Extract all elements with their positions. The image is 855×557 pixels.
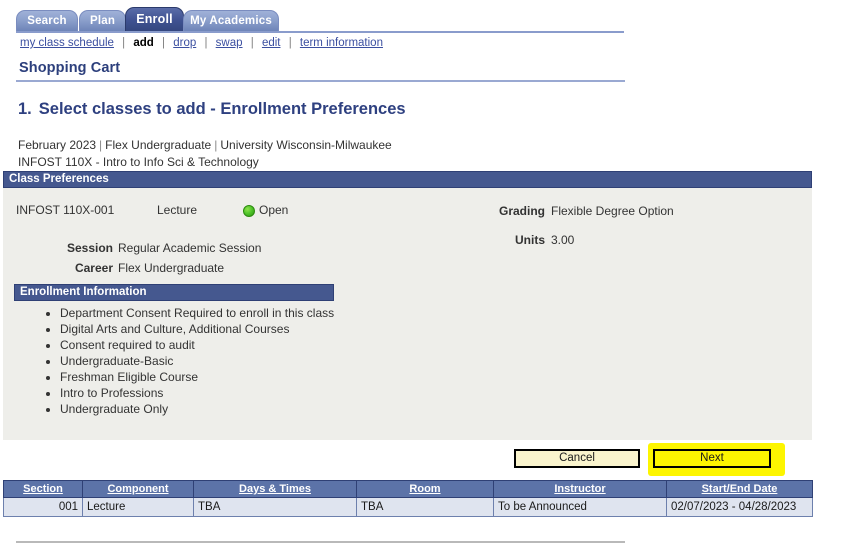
- career-value: Flex Undergraduate: [118, 261, 225, 275]
- session-label: Session: [66, 241, 113, 255]
- class-component: Lecture: [157, 203, 198, 217]
- column-header-days-times[interactable]: Days & Times: [193, 480, 357, 498]
- list-item: Department Consent Required to enroll in…: [60, 306, 390, 321]
- column-header-instructor[interactable]: Instructor: [493, 480, 667, 498]
- subnav-separator: |: [204, 37, 208, 49]
- step-heading-text: Select classes to add - Enrollment Prefe…: [38, 100, 406, 118]
- subnav-separator: |: [122, 37, 126, 49]
- cell-component: Lecture: [82, 497, 194, 517]
- tab-enroll[interactable]: Enroll: [125, 7, 184, 31]
- list-item: Intro to Professions: [60, 386, 390, 401]
- status-label: Open: [259, 203, 289, 217]
- cell-room: TBA: [356, 497, 494, 517]
- subnav-item-add[interactable]: add: [133, 37, 153, 49]
- grading-label: Grading: [498, 204, 545, 218]
- sub-navigation: my class schedule | add | drop | swap | …: [20, 37, 640, 49]
- tab-search[interactable]: Search: [16, 10, 78, 31]
- subnav-item-my-class-schedule[interactable]: my class schedule: [20, 37, 114, 49]
- cell-section: 001: [3, 497, 83, 517]
- step-number: 1.: [18, 100, 32, 118]
- subnav-item-drop[interactable]: drop: [173, 37, 196, 49]
- units-label: Units: [515, 233, 545, 247]
- column-header-component[interactable]: Component: [82, 480, 194, 498]
- column-header-section[interactable]: Section: [3, 480, 83, 498]
- class-code: INFOST 110X-001: [16, 203, 115, 217]
- context-separator: |: [99, 138, 103, 152]
- section-header-enrollment-information: Enrollment Information: [14, 284, 334, 301]
- tab-my-academics[interactable]: My Academics: [183, 10, 279, 31]
- context-career: Flex Undergraduate: [105, 138, 212, 152]
- class-detail-table: Section Component Days & Times Room Inst…: [3, 480, 813, 517]
- next-button[interactable]: Next: [653, 449, 771, 468]
- cancel-button[interactable]: Cancel: [514, 449, 640, 468]
- context-separator: |: [214, 138, 218, 152]
- cell-days-times: TBA: [193, 497, 357, 517]
- enrollment-information-list: Department Consent Required to enroll in…: [40, 306, 390, 418]
- list-item: Consent required to audit: [60, 338, 390, 353]
- step-heading: 1. Select classes to add - Enrollment Pre…: [18, 100, 406, 119]
- course-title-line: INFOST 110X - Intro to Info Sci & Techno…: [18, 155, 259, 169]
- column-header-start-end-date[interactable]: Start/End Date: [666, 480, 813, 498]
- session-value: Regular Academic Session: [118, 241, 262, 255]
- subnav-item-edit[interactable]: edit: [262, 37, 281, 49]
- context-breadcrumb: February 2023 | Flex Undergraduate | Univers…: [18, 138, 392, 152]
- footer-divider: [16, 541, 625, 543]
- subnav-separator: |: [162, 37, 166, 49]
- subnav-item-term-information[interactable]: term information: [300, 37, 383, 49]
- table-row: 001 Lecture TBA TBA To be Announced 02/0…: [3, 497, 813, 517]
- list-item: Undergraduate-Basic: [60, 354, 390, 369]
- career-label: Career: [74, 261, 113, 275]
- list-item: Digital Arts and Culture, Additional Cou…: [60, 322, 390, 337]
- subnav-separator: |: [288, 37, 292, 49]
- subnav-separator: |: [250, 37, 254, 49]
- page-title: Shopping Cart: [19, 60, 121, 76]
- page-title-divider: [16, 80, 625, 82]
- grading-value: Flexible Degree Option: [551, 204, 674, 218]
- cell-instructor: To be Announced: [493, 497, 667, 517]
- cell-start-end-date: 02/07/2023 - 04/28/2023: [666, 497, 813, 517]
- tab-plan[interactable]: Plan: [79, 10, 126, 31]
- units-value: 3.00: [551, 233, 575, 247]
- context-institution: University Wisconsin-Milwaukee: [220, 138, 392, 152]
- open-status-icon: [243, 205, 255, 217]
- tab-strip-baseline: [16, 31, 624, 33]
- subnav-item-swap[interactable]: swap: [216, 37, 243, 49]
- list-item: Freshman Eligible Course: [60, 370, 390, 385]
- table-header-row: Section Component Days & Times Room Inst…: [3, 480, 813, 498]
- section-header-class-preferences: Class Preferences: [3, 171, 812, 188]
- context-term: February 2023: [18, 138, 97, 152]
- column-header-room[interactable]: Room: [356, 480, 494, 498]
- main-tab-strip: Search Plan Enroll My Academics: [0, 0, 855, 33]
- list-item: Undergraduate Only: [60, 402, 390, 417]
